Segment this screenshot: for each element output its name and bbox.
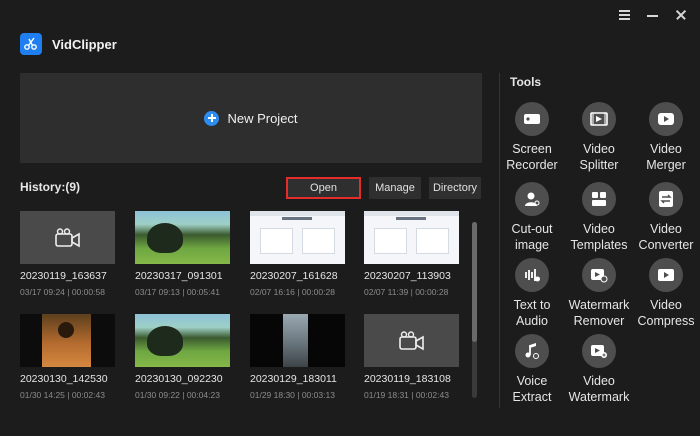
history-item-meta: 01/30 14:25 | 00:02:43 bbox=[20, 390, 105, 400]
manage-button[interactable]: Manage bbox=[369, 177, 421, 199]
app-title: VidClipper bbox=[52, 37, 117, 52]
tool-watermark-remover[interactable]: Watermark Remover bbox=[564, 258, 634, 329]
tool-cutout-image[interactable]: Cut-out image bbox=[497, 182, 567, 253]
tool-voice-extract[interactable]: Voice Extract bbox=[497, 334, 567, 405]
video-thumbnail[interactable] bbox=[135, 314, 230, 367]
tool-label: Video Watermark bbox=[568, 374, 630, 404]
tool-label: Video Templates bbox=[570, 222, 628, 252]
close-icon[interactable] bbox=[674, 8, 688, 22]
tool-video-templates[interactable]: Video Templates bbox=[564, 182, 634, 253]
tool-video-compress[interactable]: Video Compress bbox=[631, 258, 700, 329]
directory-button[interactable]: Directory bbox=[429, 177, 481, 199]
tool-text-to-audio[interactable]: Text to Audio bbox=[497, 258, 567, 329]
history-item-name: 20230130_142530 bbox=[20, 373, 108, 385]
video-converter-icon bbox=[659, 191, 673, 207]
history-item-meta: 02/07 16:16 | 00:00:28 bbox=[250, 287, 335, 297]
video-splitter-icon bbox=[590, 112, 608, 126]
history-item-name: 20230207_161628 bbox=[250, 270, 338, 282]
video-thumbnail[interactable] bbox=[20, 314, 115, 367]
new-project-button[interactable]: New Project bbox=[20, 73, 482, 163]
tool-label: Video Converter bbox=[638, 222, 694, 252]
history-item-meta: 03/17 09:24 | 00:00:58 bbox=[20, 287, 105, 297]
tool-label: Cut-out image bbox=[511, 222, 553, 252]
plus-circle-icon bbox=[204, 110, 220, 126]
video-thumbnail[interactable] bbox=[250, 314, 345, 367]
history-item-name: 20230119_183108 bbox=[364, 373, 451, 385]
tools-title: Tools bbox=[510, 75, 542, 89]
history-item-meta: 01/30 09:22 | 00:04:23 bbox=[135, 390, 220, 400]
tool-label: Screen Recorder bbox=[506, 142, 558, 172]
tool-video-merger[interactable]: Video Merger bbox=[631, 102, 700, 173]
history-item-name: 20230119_163637 bbox=[20, 270, 107, 282]
voice-extract-icon bbox=[525, 343, 539, 359]
tool-screen-recorder[interactable]: Screen Recorder bbox=[497, 102, 567, 173]
history-item-meta: 02/07 11:39 | 00:00:28 bbox=[364, 287, 449, 297]
history-item-meta: 03/17 09:13 | 00:05:41 bbox=[135, 287, 220, 297]
history-item-meta: 01/29 18:30 | 00:03:13 bbox=[250, 390, 335, 400]
video-thumbnail[interactable] bbox=[20, 211, 115, 264]
tool-video-converter[interactable]: Video Converter bbox=[631, 182, 700, 253]
video-camera-icon bbox=[54, 227, 80, 247]
video-thumbnail[interactable] bbox=[364, 211, 459, 264]
screen-recorder-icon bbox=[524, 114, 540, 124]
tool-video-watermark[interactable]: Video Watermark bbox=[564, 334, 634, 405]
tool-label: Voice Extract bbox=[512, 374, 552, 404]
history-title: History:(9) bbox=[20, 180, 81, 194]
video-thumbnail[interactable] bbox=[135, 211, 230, 264]
watermark-remover-icon bbox=[591, 269, 608, 283]
tool-label: Text to Audio bbox=[513, 298, 551, 328]
history-item-name: 20230207_113903 bbox=[364, 270, 451, 282]
history-scrollbar[interactable] bbox=[472, 222, 477, 398]
history-item-name: 20230129_183011 bbox=[250, 373, 337, 385]
tool-label: Video Splitter bbox=[579, 142, 619, 172]
video-templates-icon bbox=[592, 192, 606, 206]
video-camera-icon bbox=[398, 330, 424, 350]
menu-icon[interactable] bbox=[618, 8, 632, 22]
video-merger-icon bbox=[658, 113, 674, 125]
tool-video-splitter[interactable]: Video Splitter bbox=[564, 102, 634, 173]
video-watermark-icon bbox=[591, 345, 607, 358]
history-item-name: 20230317_091301 bbox=[135, 270, 223, 282]
video-compress-icon bbox=[658, 269, 674, 281]
tool-label: Video Compress bbox=[637, 298, 695, 328]
window-controls bbox=[618, 8, 688, 22]
minimize-icon[interactable] bbox=[646, 8, 660, 22]
video-thumbnail[interactable] bbox=[250, 211, 345, 264]
open-button[interactable]: Open bbox=[286, 177, 361, 199]
video-thumbnail[interactable] bbox=[364, 314, 459, 367]
tool-label: Video Merger bbox=[646, 142, 686, 172]
history-item-name: 20230130_092230 bbox=[135, 373, 223, 385]
new-project-label: New Project bbox=[227, 110, 298, 126]
scrollbar-thumb[interactable] bbox=[472, 222, 477, 342]
tool-label: Watermark Remover bbox=[568, 298, 630, 328]
app-logo-icon bbox=[20, 33, 42, 55]
history-item-meta: 01/19 18:31 | 00:02:43 bbox=[364, 390, 449, 400]
cutout-image-icon bbox=[525, 192, 540, 206]
text-to-audio-icon bbox=[525, 269, 540, 282]
